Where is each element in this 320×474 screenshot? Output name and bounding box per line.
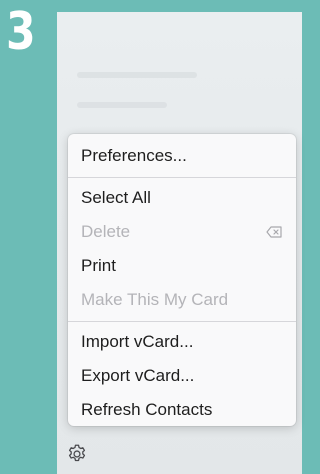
menu-separator <box>68 177 296 178</box>
menu-item-delete: Delete <box>68 216 296 248</box>
gear-icon[interactable] <box>66 443 88 465</box>
menu-item-delete-label: Delete <box>81 222 131 241</box>
settings-context-menu: Preferences... Select All Delete Print M… <box>68 134 296 426</box>
menu-item-print[interactable]: Print <box>68 250 296 282</box>
blurred-content <box>77 72 197 78</box>
menu-item-make-this-my-card: Make This My Card <box>81 290 229 309</box>
menu-item-import-vcard[interactable]: Import vCard... <box>68 326 296 358</box>
menu-item-preferences[interactable]: Preferences... <box>68 140 296 172</box>
blurred-content <box>77 102 167 108</box>
delete-key-icon <box>266 226 282 238</box>
menu-separator <box>68 321 296 322</box>
menu-item-select-all[interactable]: Select All <box>68 182 296 214</box>
step-number: 3 <box>6 2 36 62</box>
menu-item-refresh-contacts[interactable]: Refresh Contacts <box>68 394 296 426</box>
menu-item-export-vcard[interactable]: Export vCard... <box>68 360 296 392</box>
